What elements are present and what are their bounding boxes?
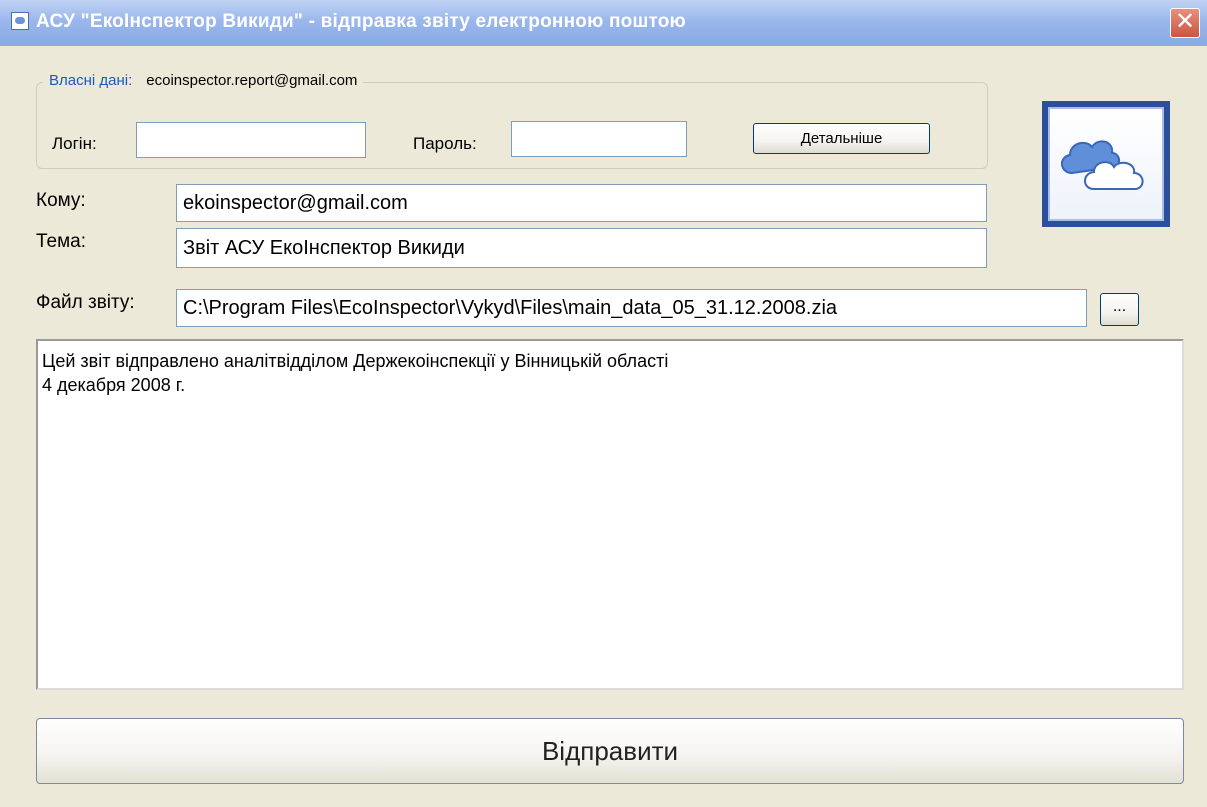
window-title: АСУ "ЕкоІнспектор Викиди" - відправка зв… (36, 11, 686, 32)
message-line: Цей звіт відправлено аналітвідділом Держ… (42, 351, 669, 371)
own-data-legend: Власні дані: ecoinspector.report@gmail.co… (43, 72, 364, 89)
file-label: Файл звіту: (36, 292, 135, 313)
cloud-logo-icon (1048, 107, 1164, 221)
message-line: 4 декабря 2008 г. (42, 375, 186, 395)
to-input[interactable]: ekoinspector@gmail.com (176, 184, 987, 222)
details-button[interactable]: Детальніше (753, 123, 930, 154)
close-button[interactable]: ✕ (1170, 8, 1200, 38)
title-bar[interactable]: АСУ "ЕкоІнспектор Викиди" - відправка зв… (0, 0, 1207, 46)
email-report-window: АСУ "ЕкоІнспектор Викиди" - відправка зв… (0, 0, 1207, 807)
browse-button[interactable]: ... (1100, 293, 1139, 326)
password-label: Пароль: (413, 134, 477, 153)
logo-frame (1042, 101, 1170, 227)
subject-input[interactable]: Звіт АСУ ЕкоІнспектор Викиди (176, 228, 987, 268)
cloud-logo-svg (1061, 140, 1144, 190)
subject-label: Тема: (36, 231, 87, 252)
password-input[interactable] (511, 121, 687, 157)
app-window-icon (11, 12, 29, 30)
file-path-input[interactable]: C:\Program Files\EcoInspector\Vykyd\File… (176, 289, 1087, 327)
login-label: Логін: (52, 134, 97, 153)
login-input[interactable] (136, 122, 366, 158)
send-button[interactable]: Відправити (36, 718, 1184, 784)
message-textarea[interactable]: Цей звіт відправлено аналітвідділом Держ… (36, 339, 1184, 690)
to-label: Кому: (36, 190, 86, 211)
own-data-label: Власні дані: (49, 72, 133, 89)
own-email: ecoinspector.report@gmail.com (146, 72, 358, 89)
